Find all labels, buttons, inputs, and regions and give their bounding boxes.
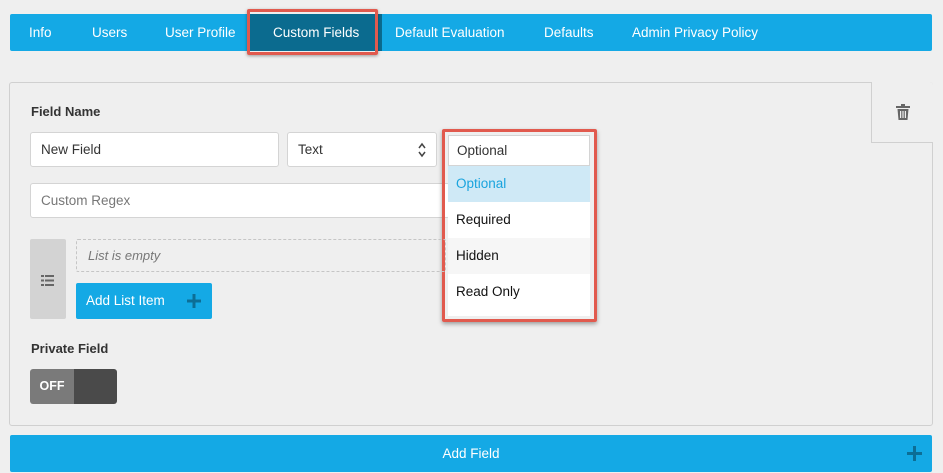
tab-user-profile[interactable]: User Profile: [165, 14, 236, 51]
tab-users[interactable]: Users: [92, 14, 127, 51]
toggle-off-label: OFF: [30, 369, 74, 404]
field-type-value: Text: [298, 142, 323, 157]
plus-icon: [907, 446, 922, 461]
delete-field-button[interactable]: [871, 82, 933, 143]
top-nav: Info Users User Profile Custom Fields De…: [10, 14, 932, 51]
tab-defaults[interactable]: Defaults: [544, 14, 594, 51]
plus-icon: [187, 294, 201, 308]
field-type-select[interactable]: Text: [287, 132, 437, 167]
tab-custom-fields[interactable]: Custom Fields: [250, 14, 383, 51]
private-field-toggle[interactable]: OFF: [30, 369, 117, 404]
field-name-input[interactable]: New Field: [30, 132, 279, 167]
private-field-label: Private Field: [31, 341, 109, 356]
toggle-knob: [74, 369, 117, 404]
add-list-item-button[interactable]: Add List Item: [76, 283, 212, 319]
add-field-label: Add Field: [442, 446, 500, 461]
tab-admin-privacy-policy[interactable]: Admin Privacy Policy: [632, 14, 758, 51]
dropdown-highlight: [442, 129, 597, 322]
tab-default-evaluation[interactable]: Default Evaluation: [395, 14, 505, 51]
list-drag-handle[interactable]: [30, 239, 66, 319]
tab-info[interactable]: Info: [29, 14, 52, 51]
list-icon: [41, 273, 54, 291]
list-empty-placeholder: List is empty: [76, 239, 446, 272]
trash-icon: [896, 104, 910, 120]
custom-regex-input[interactable]: Custom Regex: [30, 183, 450, 218]
select-arrows-icon: [418, 142, 426, 158]
add-field-button[interactable]: Add Field: [10, 435, 932, 472]
field-name-label: Field Name: [31, 104, 101, 119]
add-list-item-label: Add List Item: [86, 293, 165, 308]
